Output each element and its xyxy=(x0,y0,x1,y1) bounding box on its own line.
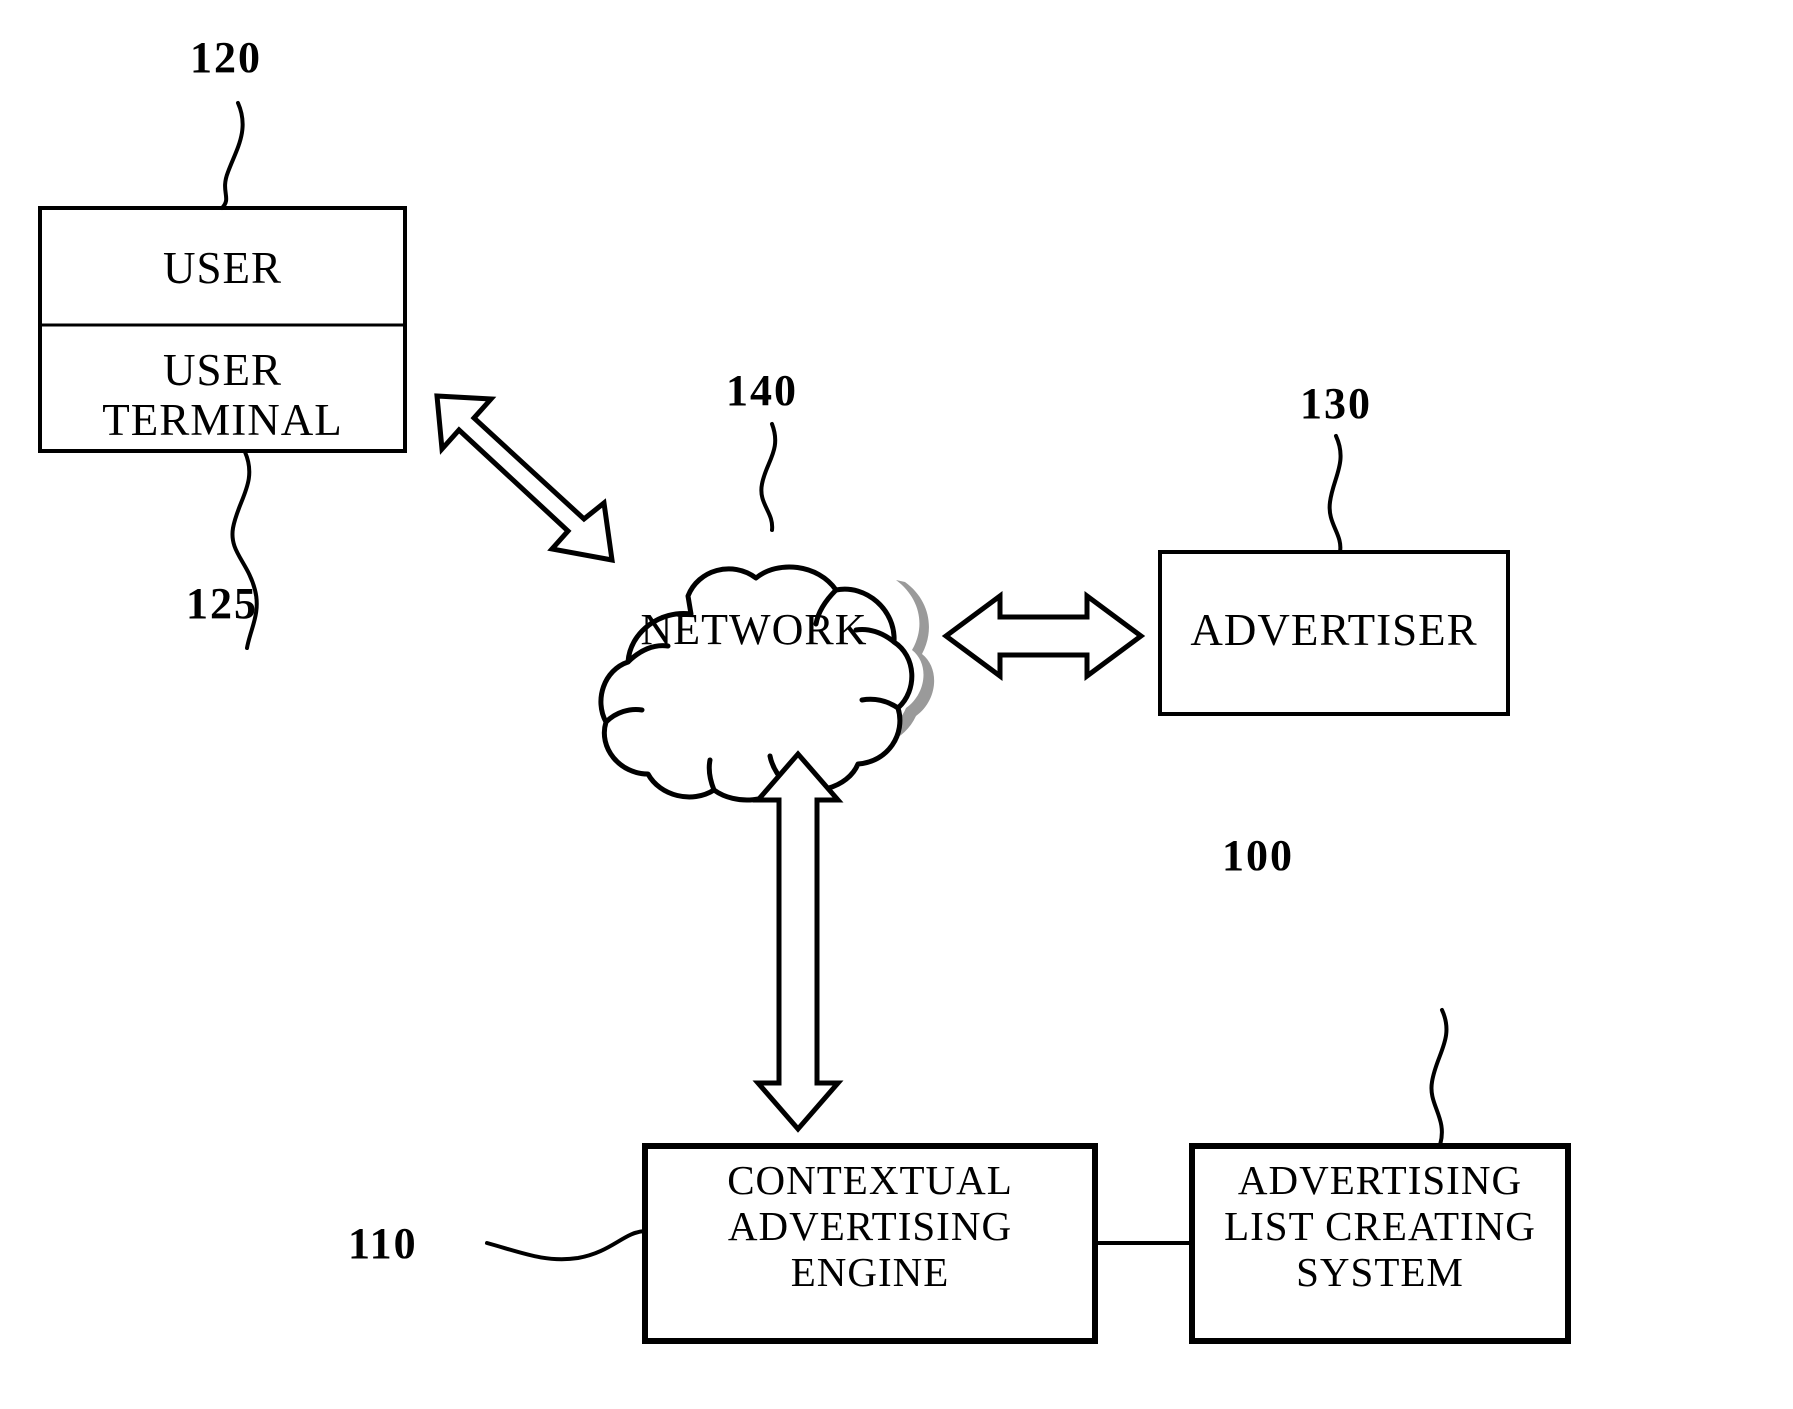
reference-numeral-120: 120 xyxy=(190,33,262,82)
network-cloud xyxy=(598,564,915,803)
reference-numeral-125: 125 xyxy=(186,579,258,628)
arrow-network-engine xyxy=(752,750,844,1133)
user-box-label: USER xyxy=(162,243,283,293)
leader-line-100 xyxy=(1429,1008,1449,1147)
reference-numeral-130: 130 xyxy=(1300,379,1372,428)
leader-line-130 xyxy=(1327,434,1343,554)
advertiser-box-label: ADVERTISER xyxy=(1190,605,1478,655)
reference-numeral-110: 110 xyxy=(348,1219,418,1268)
figure-canvas: 120 125 140 130 100 110 USER USER TERMIN… xyxy=(0,0,1793,1409)
reference-numeral-140: 140 xyxy=(726,366,798,415)
arrow-user-terminal-network xyxy=(434,393,615,564)
advertising-list-creating-system-label: ADVERTISING LIST CREATING SYSTEM xyxy=(1224,1157,1536,1295)
arrow-network-advertiser xyxy=(941,591,1146,681)
user-terminal-box-label: USER TERMINAL xyxy=(102,345,343,446)
reference-numeral-100: 100 xyxy=(1222,831,1294,880)
contextual-advertising-engine-label: CONTEXTUAL ADVERTISING ENGINE xyxy=(727,1157,1013,1295)
leader-line-140 xyxy=(759,422,778,532)
leader-line-120 xyxy=(220,101,245,210)
network-cloud-label: NETWORK xyxy=(640,605,868,654)
leader-line-110 xyxy=(485,1229,647,1262)
